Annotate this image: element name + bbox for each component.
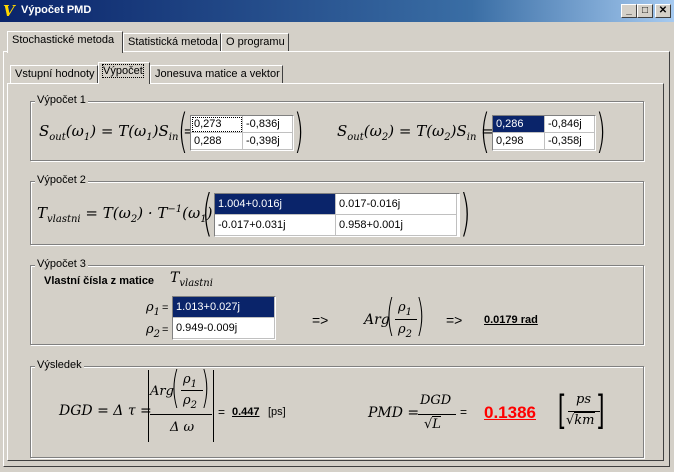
left-paren: ( [202, 184, 213, 242]
matrix-cell[interactable]: 0,298 [493, 133, 545, 150]
dgd-formula: DGD = Δ τ = [59, 403, 152, 419]
matrix-cell[interactable]: 0.017-0.016j [336, 194, 457, 215]
formula-tvlastni: Tvlastni = T(ω2) · T−1(ω1) = [37, 204, 230, 225]
rho2-fraction: ρ2 [398, 322, 413, 340]
rho1-symbol: ρ1 [146, 300, 161, 318]
rho2-symbol: ρ2 [146, 322, 161, 340]
eigenvalues-list[interactable]: 1.013+0.027j 0.949-0.009j [172, 296, 276, 340]
right-paren: ) [460, 184, 471, 242]
fraction-bar [395, 319, 417, 320]
matrix-tvlastni[interactable]: 1.004+0.016j 0.017-0.016j -0.017+0.031j … [214, 193, 460, 237]
matrix-cell[interactable]: -0,836j [243, 116, 293, 133]
arg-result: 0.0179 rad [484, 314, 538, 326]
formula-sout-w1: Sout(ω1) = T(ω1)Sin = [39, 122, 196, 143]
left-paren: ( [171, 362, 180, 413]
rho2-equals: = [162, 324, 169, 336]
matrix-cell[interactable]: -0.017+0.031j [215, 215, 336, 236]
fraction-bar [181, 390, 203, 391]
matrix-cell[interactable]: -0,846j [545, 116, 595, 133]
matrix-cell[interactable]: -0,398j [243, 133, 293, 150]
equals-sign: = [460, 405, 468, 419]
right-paren: ) [294, 104, 304, 158]
matrix-cell[interactable]: 0,273 [191, 116, 243, 133]
fraction-bar [418, 414, 456, 415]
matrix-sout-w1[interactable]: 0,273 -0,836j 0,288 -0,398j [190, 115, 294, 151]
fraction-bar [150, 414, 212, 415]
matrix-sout-w2[interactable]: 0,286 -0,846j 0,298 -0,358j [492, 115, 596, 151]
arrow-1: => [312, 312, 329, 328]
matrix-cell[interactable]: -0,358j [545, 133, 595, 150]
right-paren: ) [416, 290, 425, 341]
rho1-fraction: ρ1 [183, 372, 198, 390]
dgd-numerator: DGD [420, 393, 452, 408]
dgd-unit: [ps] [268, 406, 286, 418]
matrix-cell[interactable]: 1.004+0.016j [215, 194, 336, 215]
matrix-cell[interactable]: 0,288 [191, 133, 243, 150]
rho1-equals: = [162, 302, 169, 314]
content-layer: Výpočet 1 Sout(ω1) = T(ω1)Sin = ( 0,273 … [0, 0, 674, 472]
pmd-value: 0.1386 [484, 403, 536, 422]
delta-omega: Δ ω [170, 420, 195, 435]
abs-bar-left [148, 370, 149, 442]
groupbox-label: Výpočet 2 [35, 174, 88, 186]
dgd-value: 0.447 [232, 406, 260, 418]
abs-bar-right [213, 370, 214, 442]
rho2-fraction: ρ2 [183, 393, 198, 411]
left-paren: ( [178, 104, 188, 158]
eigenvalue-cell[interactable]: 0.949-0.009j [173, 318, 275, 339]
rho1-fraction: ρ1 [398, 300, 413, 318]
pmd-formula: PMD = [368, 405, 420, 421]
tvlastni-symbol: Tvlastni [170, 270, 213, 289]
sqrt-l: √L [424, 416, 441, 432]
left-paren: ( [480, 104, 490, 158]
eigenvalue-cell[interactable]: 1.013+0.027j [173, 297, 275, 318]
right-paren: ) [201, 362, 210, 413]
matrix-cell[interactable]: 0,286 [493, 116, 545, 133]
groupbox-label: Výsledek [35, 359, 84, 371]
formula-sout-w2: Sout(ω2) = T(ω2)Sin = [337, 122, 494, 143]
left-bracket: [ [558, 388, 565, 430]
groupbox-label: Výpočet 3 [35, 258, 88, 270]
ps-unit: ps [576, 392, 591, 407]
equals-sign: = [218, 405, 226, 419]
right-paren: ) [596, 104, 606, 158]
sqrt-km: √km [566, 412, 595, 428]
arrow-2: => [446, 312, 463, 328]
matrix-cell[interactable]: 0.958+0.001j [336, 215, 457, 236]
right-bracket: ] [598, 388, 605, 430]
left-paren: ( [386, 290, 395, 341]
groupbox-label: Výpočet 1 [35, 94, 88, 106]
eigen-heading: Vlastní čísla z matice [44, 275, 155, 287]
